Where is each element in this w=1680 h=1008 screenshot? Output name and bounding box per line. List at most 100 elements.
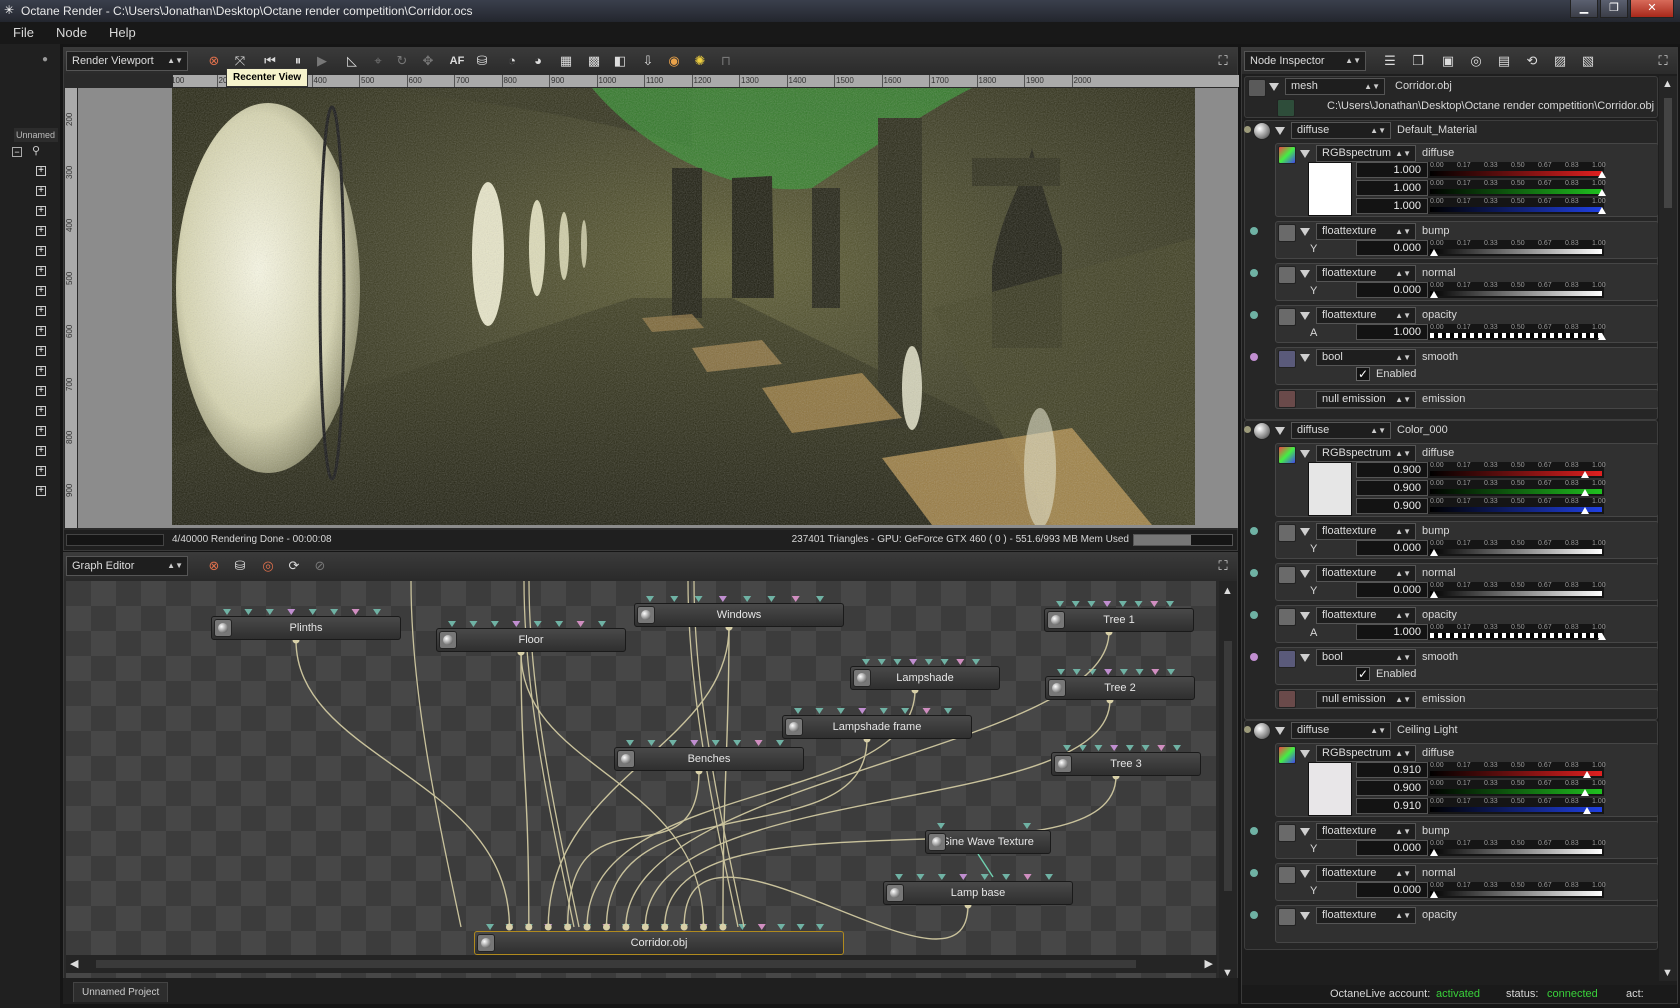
render-image[interactable] <box>172 88 1195 525</box>
load-icon[interactable]: ⛁ <box>232 558 248 574</box>
bump-slider[interactable]: 0.00 0.17 0.33 0.50 0.67 0.83 1.00 <box>1428 840 1606 856</box>
input-socket-connected[interactable] <box>680 923 688 931</box>
slider-handle-icon[interactable] <box>1598 171 1606 178</box>
lock-icon[interactable]: ⊓ <box>718 53 734 69</box>
input-socket[interactable] <box>1002 874 1011 880</box>
opacity-type-select[interactable]: floattexture ▲▼ <box>1316 907 1416 924</box>
input-socket[interactable] <box>922 708 931 714</box>
input-socket[interactable] <box>1063 745 1071 751</box>
slider-handle-icon[interactable] <box>1430 849 1438 856</box>
scroll-up-icon[interactable]: ▲ <box>1222 585 1233 597</box>
input-socket[interactable] <box>1104 669 1113 675</box>
socket-icon[interactable] <box>1250 353 1258 361</box>
expand-triangle-icon[interactable] <box>1300 354 1310 362</box>
tree-expand-icon[interactable]: + <box>36 166 46 176</box>
material-expand-icon[interactable] <box>1275 427 1285 435</box>
recenter-view-icon[interactable]: ⤧ <box>232 53 248 69</box>
bump-value[interactable]: 0.000 <box>1356 540 1428 556</box>
input-socket[interactable] <box>777 924 786 930</box>
input-socket[interactable] <box>879 708 888 714</box>
input-socket[interactable] <box>711 740 720 746</box>
input-socket[interactable] <box>794 708 802 714</box>
input-socket[interactable] <box>647 740 656 746</box>
diffuse-g-value[interactable]: 0.900 <box>1356 780 1428 796</box>
diffuse-r-value[interactable]: 1.000 <box>1356 162 1428 178</box>
input-socket-connected[interactable] <box>641 923 649 931</box>
material-socket-icon[interactable] <box>1244 126 1251 133</box>
input-socket[interactable] <box>287 609 296 615</box>
expand-triangle-icon[interactable] <box>1300 612 1310 620</box>
save-image-icon[interactable]: ⇩ <box>640 53 656 69</box>
expand-triangle-icon[interactable] <box>1300 912 1310 920</box>
tree-expand-icon[interactable]: + <box>36 366 46 376</box>
input-socket-connected[interactable] <box>564 923 572 931</box>
input-socket[interactable] <box>738 924 747 930</box>
diffuse-type-select[interactable]: RGBspectrum ▲▼ <box>1316 445 1416 462</box>
smooth-checkbox[interactable]: ✓ <box>1356 367 1370 381</box>
tree-expand-icon[interactable]: + <box>36 406 46 416</box>
input-socket[interactable] <box>512 621 521 627</box>
smooth-checkbox[interactable]: ✓ <box>1356 667 1370 681</box>
region-icon[interactable]: ◔ <box>504 53 520 69</box>
layout-icon[interactable]: ⊘ <box>312 558 328 574</box>
bump-slider[interactable]: 0.00 0.17 0.33 0.50 0.67 0.83 1.00 <box>1428 540 1606 556</box>
input-socket[interactable] <box>733 740 742 746</box>
maximize-inspector-icon[interactable]: ⛶ <box>1655 53 1671 69</box>
maximize-graph-icon[interactable]: ⛶ <box>1215 558 1231 574</box>
maximize-panel-icon[interactable]: ⛶ <box>1215 53 1231 69</box>
input-socket[interactable] <box>858 708 867 714</box>
emission-type-select[interactable]: null emission ▲▼ <box>1316 691 1416 708</box>
socket-icon[interactable] <box>1250 527 1258 535</box>
input-socket[interactable] <box>1166 601 1174 607</box>
normal-type-select[interactable]: floattexture ▲▼ <box>1316 565 1416 582</box>
normal-slider[interactable]: 0.00 0.17 0.33 0.50 0.67 0.83 1.00 <box>1428 282 1606 298</box>
input-socket[interactable] <box>308 609 317 615</box>
graph-node-lampshade[interactable]: Lampshade <box>850 666 1000 690</box>
expand-triangle-icon[interactable] <box>1300 528 1310 536</box>
emission-type-select[interactable]: null emission ▲▼ <box>1316 391 1416 408</box>
graph-node-benches[interactable]: Benches <box>614 747 804 771</box>
pan-icon[interactable]: ✥ <box>420 53 436 69</box>
input-socket[interactable] <box>924 659 933 665</box>
input-socket[interactable] <box>877 659 886 665</box>
material-type-select[interactable]: diffuse ▲▼ <box>1291 122 1391 139</box>
input-socket[interactable] <box>351 609 360 615</box>
scroll-right-icon[interactable]: ▶ <box>1205 957 1213 970</box>
tree-expand-icon[interactable]: + <box>36 266 46 276</box>
input-socket[interactable] <box>796 924 805 930</box>
hscroll-thumb[interactable] <box>96 960 1136 968</box>
input-socket[interactable] <box>937 874 946 880</box>
refresh-icon[interactable]: ⟳ <box>286 558 302 574</box>
socket-icon[interactable] <box>1250 911 1258 919</box>
input-socket[interactable] <box>1045 874 1053 880</box>
input-socket[interactable] <box>1125 745 1134 751</box>
input-socket[interactable] <box>690 740 699 746</box>
input-socket[interactable] <box>694 596 703 602</box>
input-socket[interactable] <box>533 621 542 627</box>
slider-handle-icon[interactable] <box>1430 291 1438 298</box>
diffuse-b-value[interactable]: 1.000 <box>1356 198 1428 214</box>
input-socket[interactable] <box>815 708 824 714</box>
input-socket[interactable] <box>980 874 989 880</box>
expand-all-icon[interactable]: ☰ <box>1382 53 1398 69</box>
reload-icon[interactable]: ⟲ <box>1524 53 1540 69</box>
diffuse-type-select[interactable]: RGBspectrum ▲▼ <box>1316 145 1416 162</box>
input-socket-connected[interactable] <box>583 923 591 931</box>
socket-icon[interactable] <box>1250 611 1258 619</box>
slider-handle-icon[interactable] <box>1582 807 1591 814</box>
socket-icon[interactable] <box>1250 869 1258 877</box>
input-socket[interactable] <box>668 740 677 746</box>
input-socket[interactable] <box>909 659 918 665</box>
input-socket[interactable] <box>646 596 654 602</box>
graph-vertical-scrollbar[interactable]: ▲ ▼ <box>1219 581 1237 983</box>
graph-node-sine[interactable]: Sine Wave Texture <box>925 830 1051 854</box>
input-socket-connected[interactable] <box>700 923 708 931</box>
close-button[interactable]: ✕ <box>1630 0 1674 18</box>
input-socket[interactable] <box>626 740 634 746</box>
stop-icon[interactable]: ⊗ <box>206 558 222 574</box>
restart-icon[interactable]: ⏮ <box>262 53 278 69</box>
expand-triangle-icon[interactable] <box>1300 150 1310 158</box>
grid-icon[interactable]: ▦ <box>558 53 574 69</box>
slider-handle-icon[interactable] <box>1581 489 1590 496</box>
input-socket[interactable] <box>743 596 752 602</box>
